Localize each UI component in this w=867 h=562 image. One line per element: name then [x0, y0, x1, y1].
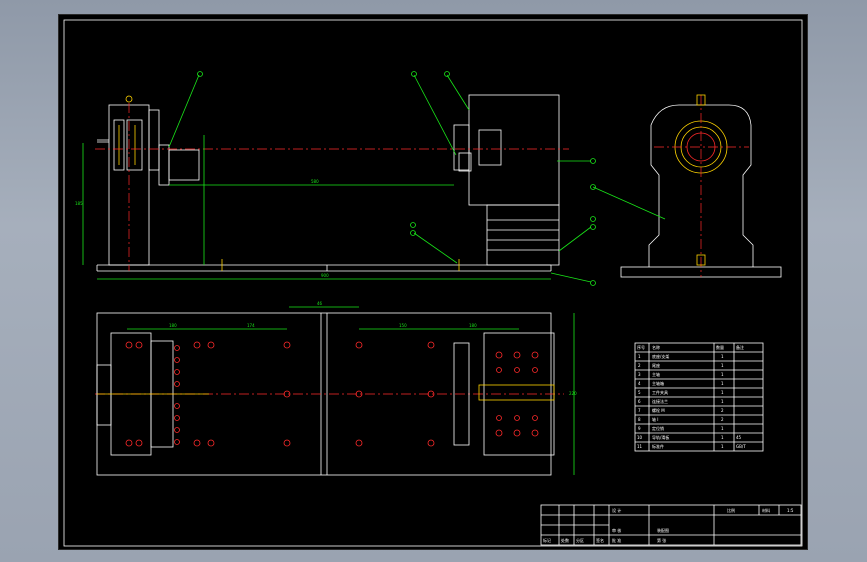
- bom-header-no: 序号: [637, 344, 645, 350]
- svg-text:174: 174: [247, 323, 255, 328]
- bom-cell: 1: [721, 426, 724, 431]
- bom-cell: 2: [721, 408, 724, 413]
- bom-cell: 2: [721, 417, 724, 422]
- bom-cell: 1: [721, 363, 724, 368]
- bom-cell: 6: [638, 399, 641, 404]
- bom-cell: 10: [637, 435, 643, 440]
- bom-cell: 标准件: [652, 443, 664, 449]
- bom-cell: 底座/支架: [652, 353, 669, 359]
- bom-cell: 1: [721, 354, 724, 359]
- title-version: 1:5: [787, 508, 794, 513]
- tailstock: [453, 94, 560, 266]
- bom-cell: 1: [721, 372, 724, 377]
- bom-cell: 3: [638, 372, 641, 377]
- bom-cell: GB/T: [736, 444, 746, 449]
- bom-cell: 45: [736, 435, 742, 440]
- headstock: [97, 95, 160, 266]
- svg-text:900: 900: [321, 273, 329, 278]
- bom-cell: 主轴: [652, 371, 660, 377]
- bom-cell: 主轴箱: [652, 380, 664, 386]
- sheet-frame: [63, 19, 803, 547]
- svg-text:580: 580: [311, 179, 319, 184]
- bom-table: 序号 名称 数量 备注 1 底座/支架 1 2 尾座 1 3 主轴 1 4 主轴…: [634, 342, 764, 452]
- svg-text:46: 46: [317, 301, 323, 306]
- bom-cell: 1: [721, 399, 724, 404]
- bom-cell: 螺栓 M: [652, 407, 665, 413]
- title-drawing-name: 装配图: [657, 527, 669, 533]
- title-row-label: 处数: [561, 537, 569, 543]
- title-design: 设 计: [612, 507, 621, 513]
- bom-header-name: 名称: [652, 344, 660, 350]
- title-row-label: 标记: [543, 537, 551, 543]
- title-sheet: 第 张: [657, 537, 666, 543]
- bom-cell: 9: [638, 426, 641, 431]
- bom-header-qty: 数量: [716, 344, 724, 350]
- bom-cell: 5: [638, 390, 641, 395]
- bom-header-remark: 备注: [736, 344, 744, 350]
- bom-cell: 7: [638, 408, 641, 413]
- bom-cell: 4: [638, 381, 641, 386]
- bom-cell: 1: [721, 381, 724, 386]
- bom-cell: 尾座: [652, 362, 660, 368]
- title-check: 审 核: [612, 527, 621, 533]
- svg-text:220: 220: [569, 391, 577, 396]
- engineering-drawing: 580 185 900 180 174 150 180 46 220 序号 名称…: [63, 19, 803, 547]
- svg-text:185: 185: [75, 201, 83, 206]
- title-approve: 批 准: [612, 537, 621, 543]
- title-row-label: 分区: [576, 537, 584, 543]
- bom-cell: 工件夹具: [652, 389, 668, 395]
- svg-text:180: 180: [169, 323, 177, 328]
- top-view: 180 174 150 180 46 220: [95, 301, 577, 476]
- svg-text:180: 180: [469, 323, 477, 328]
- bom-cell: 2: [638, 363, 641, 368]
- bom-cell: 8: [638, 417, 641, 422]
- bom-cell: 1: [721, 435, 724, 440]
- bom-cell: 1: [638, 354, 641, 359]
- front-view: 580 185 900: [75, 71, 596, 286]
- bom-cell: 导轨/滑板: [652, 434, 669, 440]
- title-block: 设 计 审 核 装配图 比例 第 张 材料 1:5 批 准 标记 处数 分区 签…: [540, 504, 802, 546]
- title-scale: 比例: [727, 507, 735, 513]
- svg-text:150: 150: [399, 323, 407, 328]
- cad-viewport[interactable]: 580 185 900 180 174 150 180 46 220 序号 名称…: [58, 14, 808, 550]
- bom-cell: 1: [721, 444, 724, 449]
- bom-cell: 连接法兰: [652, 398, 668, 404]
- title-row-label: 签名: [596, 537, 604, 543]
- bom-cell: 轴 I: [652, 416, 658, 422]
- bom-cell: 11: [637, 444, 643, 449]
- bom-cell: 1: [721, 390, 724, 395]
- title-material: 材料: [762, 507, 770, 513]
- side-view: [590, 94, 782, 278]
- bom-cell: 定位销: [652, 425, 664, 431]
